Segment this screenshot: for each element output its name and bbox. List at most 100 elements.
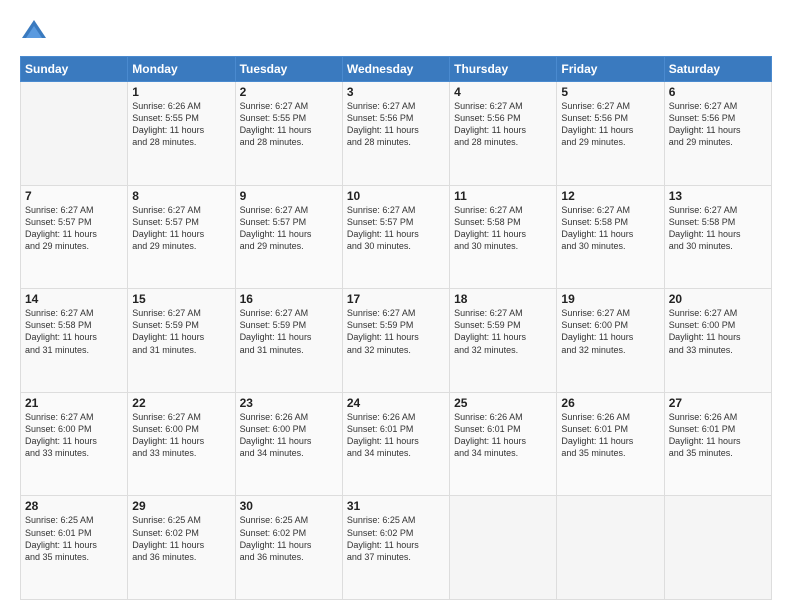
- cell-info: Sunrise: 6:27 AM Sunset: 6:00 PM Dayligh…: [561, 307, 659, 356]
- calendar-cell: [557, 496, 664, 600]
- day-number: 10: [347, 189, 445, 203]
- day-number: 31: [347, 499, 445, 513]
- week-row-3: 21Sunrise: 6:27 AM Sunset: 6:00 PM Dayli…: [21, 392, 772, 496]
- cell-info: Sunrise: 6:27 AM Sunset: 6:00 PM Dayligh…: [132, 411, 230, 460]
- calendar-cell: [664, 496, 771, 600]
- header-monday: Monday: [128, 57, 235, 82]
- cell-info: Sunrise: 6:26 AM Sunset: 6:00 PM Dayligh…: [240, 411, 338, 460]
- calendar-cell: 26Sunrise: 6:26 AM Sunset: 6:01 PM Dayli…: [557, 392, 664, 496]
- calendar-cell: 1Sunrise: 6:26 AM Sunset: 5:55 PM Daylig…: [128, 82, 235, 186]
- calendar-cell: 30Sunrise: 6:25 AM Sunset: 6:02 PM Dayli…: [235, 496, 342, 600]
- cell-info: Sunrise: 6:26 AM Sunset: 6:01 PM Dayligh…: [454, 411, 552, 460]
- calendar-cell: 21Sunrise: 6:27 AM Sunset: 6:00 PM Dayli…: [21, 392, 128, 496]
- day-number: 27: [669, 396, 767, 410]
- logo: [20, 18, 52, 46]
- week-row-4: 28Sunrise: 6:25 AM Sunset: 6:01 PM Dayli…: [21, 496, 772, 600]
- calendar-cell: 19Sunrise: 6:27 AM Sunset: 6:00 PM Dayli…: [557, 289, 664, 393]
- day-number: 2: [240, 85, 338, 99]
- calendar-cell: 25Sunrise: 6:26 AM Sunset: 6:01 PM Dayli…: [450, 392, 557, 496]
- day-number: 29: [132, 499, 230, 513]
- day-number: 11: [454, 189, 552, 203]
- cell-info: Sunrise: 6:27 AM Sunset: 5:57 PM Dayligh…: [25, 204, 123, 253]
- cell-info: Sunrise: 6:27 AM Sunset: 6:00 PM Dayligh…: [669, 307, 767, 356]
- header-tuesday: Tuesday: [235, 57, 342, 82]
- header-sunday: Sunday: [21, 57, 128, 82]
- header-wednesday: Wednesday: [342, 57, 449, 82]
- calendar-cell: 4Sunrise: 6:27 AM Sunset: 5:56 PM Daylig…: [450, 82, 557, 186]
- day-number: 20: [669, 292, 767, 306]
- day-number: 3: [347, 85, 445, 99]
- cell-info: Sunrise: 6:27 AM Sunset: 5:56 PM Dayligh…: [454, 100, 552, 149]
- cell-info: Sunrise: 6:27 AM Sunset: 5:57 PM Dayligh…: [347, 204, 445, 253]
- calendar-header-row: SundayMondayTuesdayWednesdayThursdayFrid…: [21, 57, 772, 82]
- calendar-cell: 20Sunrise: 6:27 AM Sunset: 6:00 PM Dayli…: [664, 289, 771, 393]
- cell-info: Sunrise: 6:27 AM Sunset: 5:58 PM Dayligh…: [561, 204, 659, 253]
- cell-info: Sunrise: 6:26 AM Sunset: 6:01 PM Dayligh…: [347, 411, 445, 460]
- calendar-cell: 13Sunrise: 6:27 AM Sunset: 5:58 PM Dayli…: [664, 185, 771, 289]
- day-number: 25: [454, 396, 552, 410]
- cell-info: Sunrise: 6:25 AM Sunset: 6:02 PM Dayligh…: [240, 514, 338, 563]
- cell-info: Sunrise: 6:27 AM Sunset: 5:59 PM Dayligh…: [240, 307, 338, 356]
- day-number: 5: [561, 85, 659, 99]
- day-number: 28: [25, 499, 123, 513]
- calendar-cell: [21, 82, 128, 186]
- calendar-cell: 18Sunrise: 6:27 AM Sunset: 5:59 PM Dayli…: [450, 289, 557, 393]
- calendar-cell: 7Sunrise: 6:27 AM Sunset: 5:57 PM Daylig…: [21, 185, 128, 289]
- cell-info: Sunrise: 6:27 AM Sunset: 5:58 PM Dayligh…: [669, 204, 767, 253]
- calendar-cell: 22Sunrise: 6:27 AM Sunset: 6:00 PM Dayli…: [128, 392, 235, 496]
- day-number: 19: [561, 292, 659, 306]
- cell-info: Sunrise: 6:27 AM Sunset: 5:57 PM Dayligh…: [240, 204, 338, 253]
- calendar-cell: 16Sunrise: 6:27 AM Sunset: 5:59 PM Dayli…: [235, 289, 342, 393]
- calendar-cell: 6Sunrise: 6:27 AM Sunset: 5:56 PM Daylig…: [664, 82, 771, 186]
- cell-info: Sunrise: 6:27 AM Sunset: 5:56 PM Dayligh…: [669, 100, 767, 149]
- calendar-cell: [450, 496, 557, 600]
- day-number: 26: [561, 396, 659, 410]
- day-number: 18: [454, 292, 552, 306]
- cell-info: Sunrise: 6:27 AM Sunset: 5:59 PM Dayligh…: [454, 307, 552, 356]
- day-number: 14: [25, 292, 123, 306]
- calendar-cell: 17Sunrise: 6:27 AM Sunset: 5:59 PM Dayli…: [342, 289, 449, 393]
- day-number: 1: [132, 85, 230, 99]
- cell-info: Sunrise: 6:26 AM Sunset: 5:55 PM Dayligh…: [132, 100, 230, 149]
- calendar-cell: 15Sunrise: 6:27 AM Sunset: 5:59 PM Dayli…: [128, 289, 235, 393]
- calendar-cell: 12Sunrise: 6:27 AM Sunset: 5:58 PM Dayli…: [557, 185, 664, 289]
- calendar-cell: 11Sunrise: 6:27 AM Sunset: 5:58 PM Dayli…: [450, 185, 557, 289]
- cell-info: Sunrise: 6:27 AM Sunset: 5:58 PM Dayligh…: [25, 307, 123, 356]
- calendar-cell: 29Sunrise: 6:25 AM Sunset: 6:02 PM Dayli…: [128, 496, 235, 600]
- cell-info: Sunrise: 6:26 AM Sunset: 6:01 PM Dayligh…: [669, 411, 767, 460]
- calendar-cell: 27Sunrise: 6:26 AM Sunset: 6:01 PM Dayli…: [664, 392, 771, 496]
- cell-info: Sunrise: 6:25 AM Sunset: 6:02 PM Dayligh…: [347, 514, 445, 563]
- header-friday: Friday: [557, 57, 664, 82]
- calendar-cell: 3Sunrise: 6:27 AM Sunset: 5:56 PM Daylig…: [342, 82, 449, 186]
- day-number: 24: [347, 396, 445, 410]
- calendar-cell: 31Sunrise: 6:25 AM Sunset: 6:02 PM Dayli…: [342, 496, 449, 600]
- calendar-cell: 8Sunrise: 6:27 AM Sunset: 5:57 PM Daylig…: [128, 185, 235, 289]
- day-number: 13: [669, 189, 767, 203]
- cell-info: Sunrise: 6:25 AM Sunset: 6:02 PM Dayligh…: [132, 514, 230, 563]
- week-row-1: 7Sunrise: 6:27 AM Sunset: 5:57 PM Daylig…: [21, 185, 772, 289]
- calendar-cell: 23Sunrise: 6:26 AM Sunset: 6:00 PM Dayli…: [235, 392, 342, 496]
- calendar-cell: 2Sunrise: 6:27 AM Sunset: 5:55 PM Daylig…: [235, 82, 342, 186]
- day-number: 22: [132, 396, 230, 410]
- calendar-cell: 9Sunrise: 6:27 AM Sunset: 5:57 PM Daylig…: [235, 185, 342, 289]
- cell-info: Sunrise: 6:27 AM Sunset: 6:00 PM Dayligh…: [25, 411, 123, 460]
- day-number: 15: [132, 292, 230, 306]
- day-number: 4: [454, 85, 552, 99]
- cell-info: Sunrise: 6:27 AM Sunset: 5:55 PM Dayligh…: [240, 100, 338, 149]
- day-number: 30: [240, 499, 338, 513]
- calendar-table: SundayMondayTuesdayWednesdayThursdayFrid…: [20, 56, 772, 600]
- day-number: 8: [132, 189, 230, 203]
- header-saturday: Saturday: [664, 57, 771, 82]
- week-row-2: 14Sunrise: 6:27 AM Sunset: 5:58 PM Dayli…: [21, 289, 772, 393]
- page: SundayMondayTuesdayWednesdayThursdayFrid…: [0, 0, 792, 612]
- header: [20, 18, 772, 46]
- cell-info: Sunrise: 6:27 AM Sunset: 5:56 PM Dayligh…: [347, 100, 445, 149]
- cell-info: Sunrise: 6:27 AM Sunset: 5:59 PM Dayligh…: [132, 307, 230, 356]
- header-thursday: Thursday: [450, 57, 557, 82]
- calendar-cell: 5Sunrise: 6:27 AM Sunset: 5:56 PM Daylig…: [557, 82, 664, 186]
- day-number: 23: [240, 396, 338, 410]
- cell-info: Sunrise: 6:27 AM Sunset: 5:58 PM Dayligh…: [454, 204, 552, 253]
- cell-info: Sunrise: 6:25 AM Sunset: 6:01 PM Dayligh…: [25, 514, 123, 563]
- day-number: 17: [347, 292, 445, 306]
- day-number: 9: [240, 189, 338, 203]
